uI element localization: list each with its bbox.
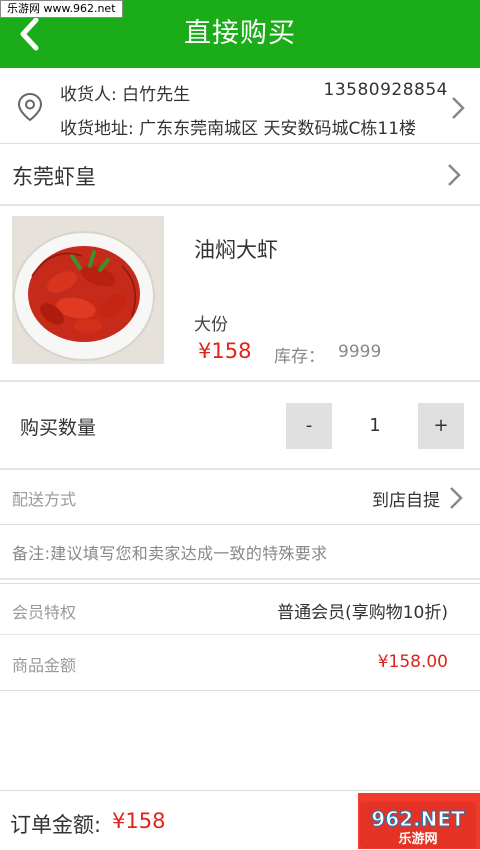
quantity-value[interactable]: 1	[352, 403, 398, 449]
product-card: 油焖大虾 大份 ¥158 库存： 9999	[0, 206, 480, 382]
stock-label: 库存：	[274, 347, 325, 367]
watermark-site-label: 乐游网 www.962.net	[0, 0, 123, 18]
remark-input[interactable]: 备注:建议填写您和卖家达成一致的特殊要求	[0, 525, 480, 580]
shipping-address-row[interactable]: 收货人: 白竹先生 13580928854 收货地址: 广东东莞南城区 天安数码…	[0, 68, 480, 144]
product-price: ¥158	[198, 339, 252, 363]
address-value: 广东东莞南城区 天安数码城C栋11楼	[139, 119, 417, 139]
shop-row[interactable]: 东莞虾皇	[0, 144, 480, 206]
goods-amount-row: 商品金额 ¥158.00	[0, 635, 480, 691]
svg-text:962.NET: 962.NET	[371, 807, 465, 831]
order-total-label: 订单金额:	[10, 813, 102, 837]
quantity-row: 购买数量 - 1 +	[0, 382, 480, 470]
chevron-right-icon	[448, 164, 461, 186]
receiver-label: 收货人:	[60, 85, 117, 105]
chevron-right-icon	[450, 487, 463, 509]
amount-label: 商品金额	[12, 656, 77, 675]
stock-value: 9999	[338, 342, 382, 362]
product-name: 油焖大虾	[194, 238, 278, 262]
member-privilege-row: 会员特权 普通会员(享购物10折)	[0, 583, 480, 635]
member-label: 会员特权	[12, 603, 77, 622]
delivery-value: 到店自提	[372, 491, 440, 511]
product-spec: 大份	[194, 315, 228, 335]
svg-text:乐游网: 乐游网	[398, 831, 437, 847]
delivery-label: 配送方式	[12, 490, 77, 509]
amount-value: ¥158.00	[377, 652, 448, 672]
product-image	[12, 216, 164, 364]
order-total-value: ¥158	[112, 809, 166, 833]
location-pin-icon	[17, 92, 43, 122]
address-line: 收货地址: 广东东莞南城区 天安数码城C栋11楼	[60, 114, 416, 139]
receiver-name: 白竹先生	[122, 85, 191, 105]
shop-name: 东莞虾皇	[12, 165, 96, 189]
chevron-right-icon	[452, 97, 465, 119]
increase-quantity-button[interactable]: +	[418, 403, 464, 449]
watermark-logo: 962.NET 乐游网	[360, 802, 476, 848]
address-label: 收货地址:	[60, 119, 134, 139]
member-value: 普通会员(享购物10折)	[277, 603, 448, 623]
decrease-quantity-button[interactable]: -	[286, 403, 332, 449]
receiver-phone: 13580928854	[323, 80, 448, 100]
delivery-method-row[interactable]: 配送方式 到店自提	[0, 470, 480, 525]
quantity-label: 购买数量	[20, 417, 97, 439]
remark-placeholder: 备注:建议填写您和卖家达成一致的特殊要求	[12, 544, 328, 563]
receiver-line: 收货人: 白竹先生	[60, 80, 190, 105]
